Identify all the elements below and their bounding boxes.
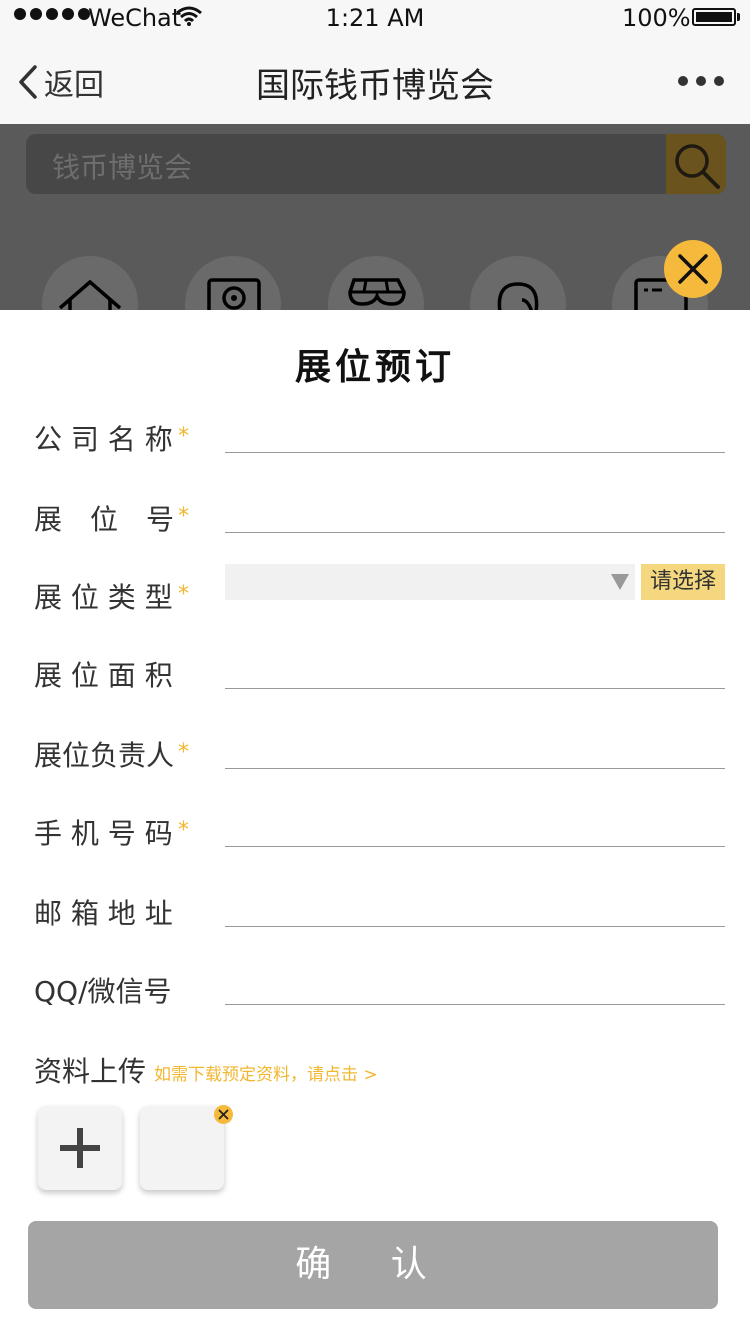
booth-number-input[interactable] xyxy=(225,532,725,533)
booking-sheet: 展位预订 公 司 名 称 * 展 位 号 * 展 位 类 型 * 请选择 展 位… xyxy=(0,310,750,1334)
field-label: 展 位 号 xyxy=(34,503,175,536)
nav-bar: 返回 国际钱币博览会 xyxy=(0,40,750,124)
search-input[interactable]: 钱币博览会 xyxy=(52,146,192,186)
required-mark: * xyxy=(178,818,189,843)
remove-file-button[interactable] xyxy=(214,1105,233,1124)
shop-nav-item[interactable] xyxy=(328,256,424,310)
home-nav-item[interactable] xyxy=(42,256,138,310)
company-name-field[interactable]: 公 司 名 称 * xyxy=(0,410,750,470)
search-icon xyxy=(675,144,720,189)
download-materials-link[interactable]: 如需下载预定资料，请点击 > xyxy=(154,1060,378,1085)
required-mark: * xyxy=(178,424,189,449)
booth-manager-input[interactable] xyxy=(225,768,725,769)
sheet-title: 展位预订 xyxy=(294,347,455,388)
status-bar: WeChat 1:21 AM 100% xyxy=(0,0,750,40)
close-button[interactable] xyxy=(664,240,722,298)
booth-area-field[interactable]: 展 位 面 积 xyxy=(0,646,750,706)
booth-number-field[interactable]: 展 位 号 * xyxy=(0,490,750,550)
field-label: 展位负责人 xyxy=(34,739,175,772)
booth-manager-field[interactable]: 展位负责人 * xyxy=(0,726,750,786)
more-menu-icon[interactable] xyxy=(678,76,724,86)
qq-wechat-input[interactable] xyxy=(225,1004,725,1005)
close-icon xyxy=(678,254,708,284)
page-title: 国际钱币博览会 xyxy=(256,66,494,106)
field-label: 展 位 面 积 xyxy=(34,659,173,692)
uploaded-file-thumbnail[interactable] xyxy=(140,1106,224,1190)
field-label: 公 司 名 称 xyxy=(34,423,173,456)
choose-button[interactable]: 请选择 xyxy=(641,564,725,600)
confirm-button[interactable]: 确 认 xyxy=(28,1221,718,1309)
search-bar[interactable]: 钱币博览会 xyxy=(26,134,726,194)
home-icon xyxy=(58,279,122,310)
battery-tip xyxy=(737,13,740,21)
phone-field[interactable]: 手 机 号 码 * xyxy=(0,804,750,864)
dropdown-arrow-icon xyxy=(611,574,629,590)
headset-icon xyxy=(497,282,539,310)
plus-icon xyxy=(60,1128,100,1168)
close-icon xyxy=(218,1109,229,1120)
add-file-button[interactable] xyxy=(38,1106,122,1190)
battery-percent: 100% xyxy=(622,4,691,32)
field-label: 邮 箱 地 址 xyxy=(34,897,173,930)
phone-input[interactable] xyxy=(225,846,725,847)
service-nav-item[interactable] xyxy=(470,256,566,310)
field-label: QQ/微信号 xyxy=(34,975,172,1008)
required-mark: * xyxy=(178,582,189,607)
map-pin-icon xyxy=(207,278,261,310)
email-input[interactable] xyxy=(225,926,725,927)
location-nav-item[interactable] xyxy=(185,256,281,310)
search-button[interactable] xyxy=(666,134,726,194)
qq-wechat-field[interactable]: QQ/微信号 xyxy=(0,962,750,1022)
booth-type-select[interactable] xyxy=(225,564,635,600)
page-overlay: 钱币博览会 xyxy=(0,124,750,310)
required-mark: * xyxy=(178,740,189,765)
required-mark: * xyxy=(178,504,189,529)
company-name-input[interactable] xyxy=(225,452,725,453)
email-field[interactable]: 邮 箱 地 址 xyxy=(0,884,750,944)
battery-icon xyxy=(692,8,736,26)
store-icon xyxy=(348,278,406,306)
field-label: 展 位 类 型 xyxy=(34,581,173,614)
upload-label: 资料上传 xyxy=(34,1055,147,1088)
field-label: 手 机 号 码 xyxy=(34,817,173,850)
booth-area-input[interactable] xyxy=(225,688,725,689)
